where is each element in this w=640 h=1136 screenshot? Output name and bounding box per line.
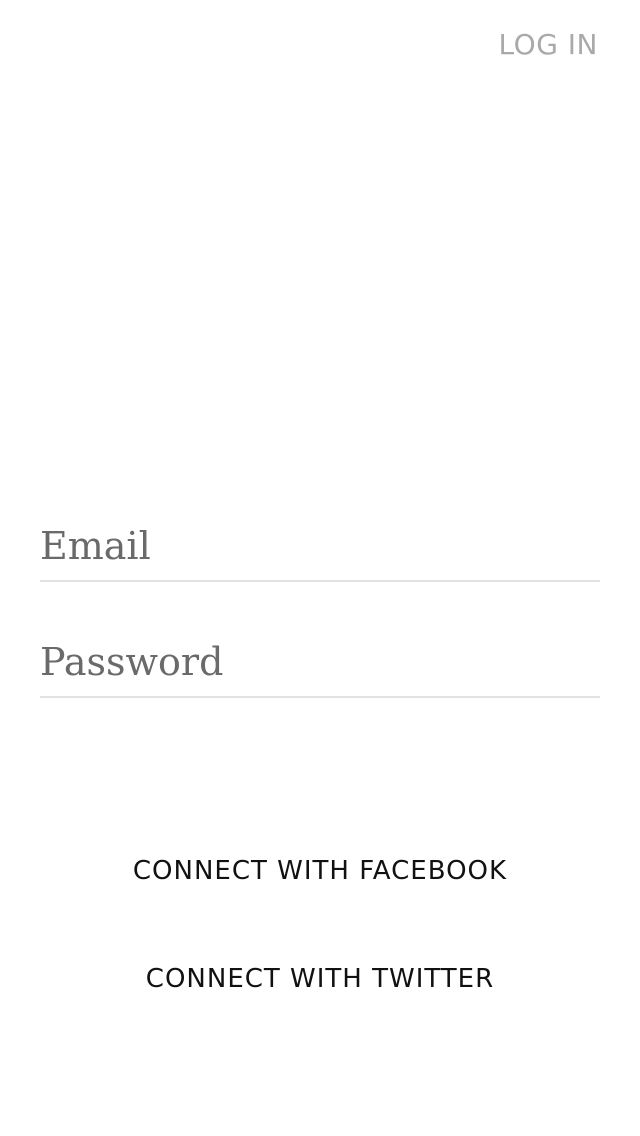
email-field[interactable] (40, 512, 600, 582)
connect-with-twitter-button[interactable]: CONNECT WITH TWITTER (0, 964, 640, 994)
password-field[interactable] (40, 628, 600, 698)
connect-with-facebook-button[interactable]: CONNECT WITH FACEBOOK (0, 856, 640, 886)
log-in-link[interactable]: LOG IN (499, 28, 598, 61)
